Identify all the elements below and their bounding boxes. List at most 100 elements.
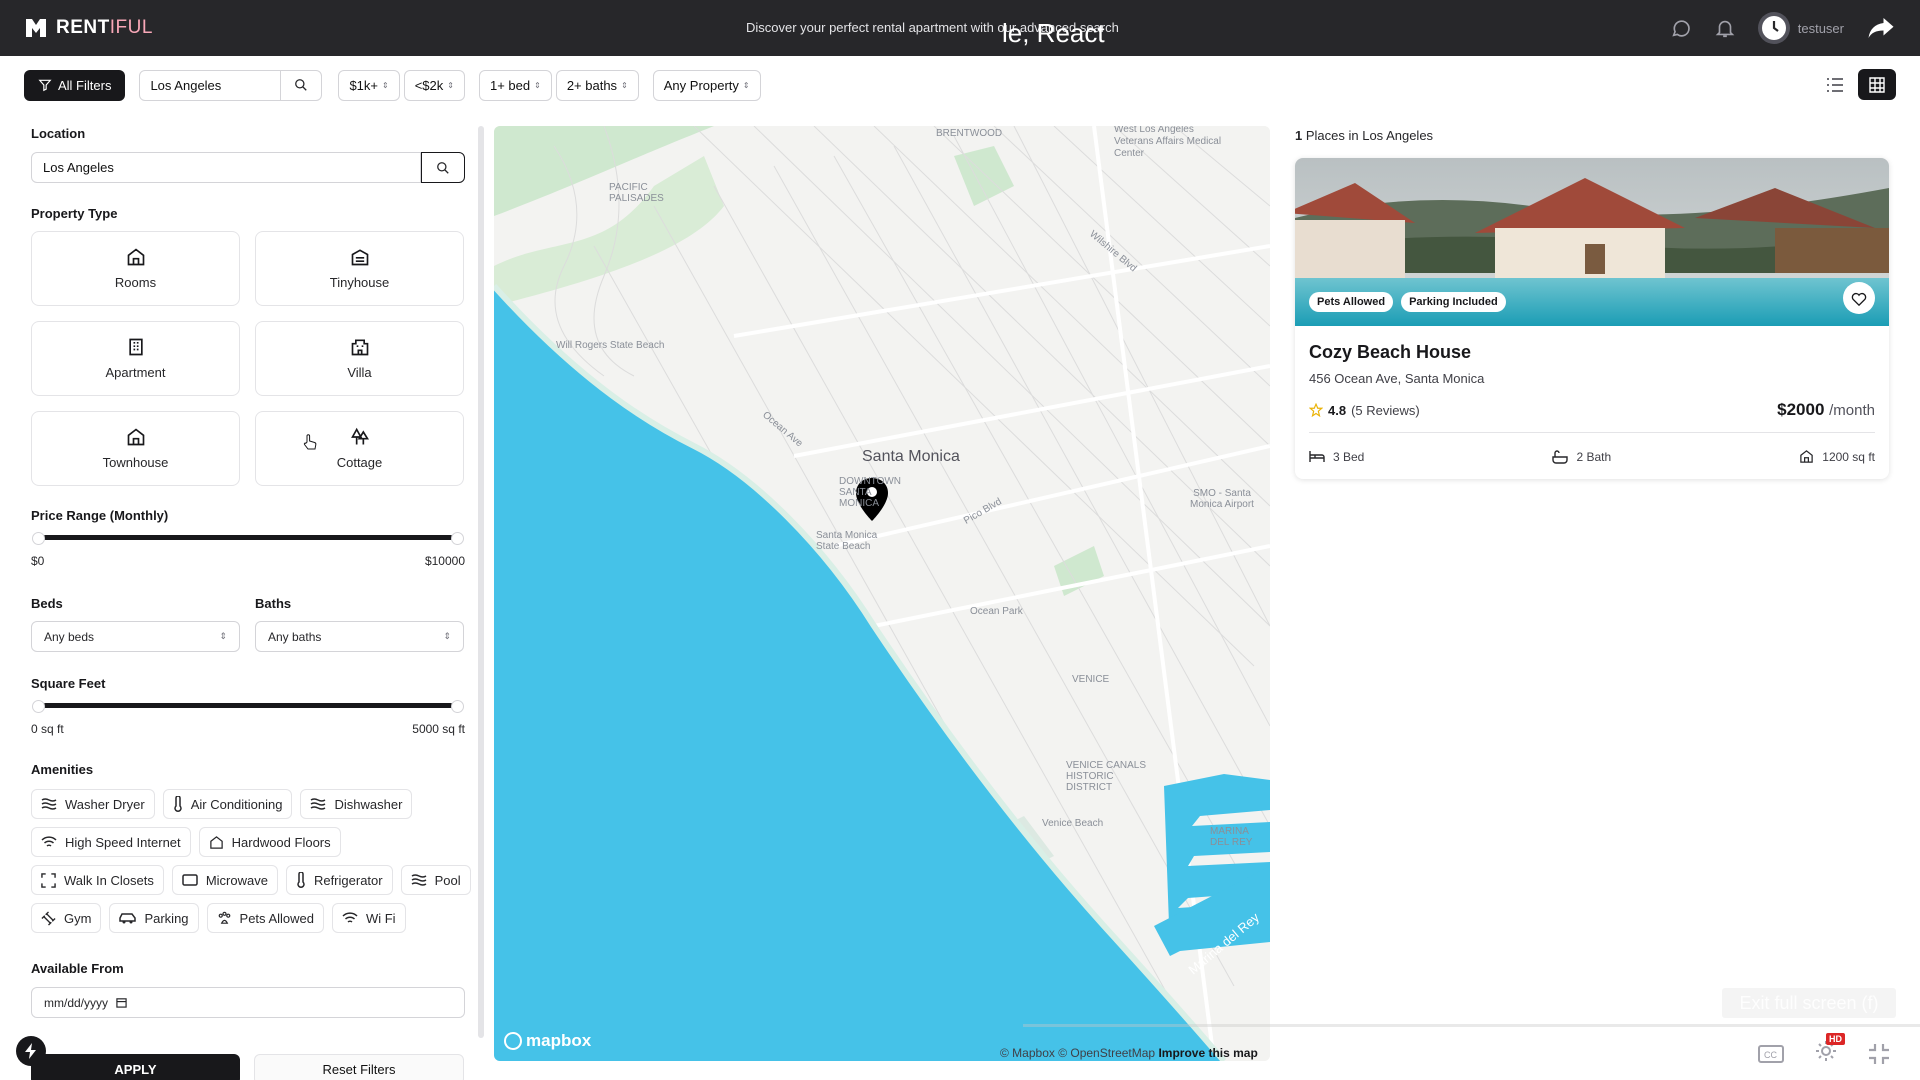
mapbox-logo[interactable]: mapbox <box>504 1031 591 1051</box>
favorite-button[interactable] <box>1843 282 1875 314</box>
ptype-townhouse[interactable]: Townhouse <box>31 411 240 486</box>
grid-view-button[interactable] <box>1858 69 1896 100</box>
amenity-microwave[interactable]: Microwave <box>171 865 278 895</box>
search-bar[interactable]: Los Angeles <box>139 69 323 101</box>
home-icon <box>209 835 223 849</box>
available-date-input[interactable]: mm/dd/yyyy <box>31 987 465 1018</box>
exit-fullscreen-icon[interactable] <box>1868 1043 1890 1065</box>
share-icon[interactable] <box>1866 13 1896 43</box>
beds-title: Beds <box>31 596 63 611</box>
price-max-select[interactable]: <$2k ⇕ <box>403 69 465 101</box>
ptype-tinyhouse[interactable]: Tinyhouse <box>255 231 464 306</box>
available-from-title: Available From <box>31 961 124 976</box>
chevron-updown-icon: ⇕ <box>447 80 454 90</box>
location-input[interactable]: Los Angeles <box>31 152 421 183</box>
reset-filters-button[interactable]: Reset Filters <box>254 1054 464 1080</box>
captions-icon[interactable]: CC <box>1758 1044 1784 1063</box>
bath-icon <box>1552 449 1569 464</box>
amenity-refrigerator[interactable]: Refrigerator <box>285 865 393 895</box>
amenity-hardwood-floors[interactable]: Hardwood Floors <box>198 827 341 857</box>
thermometer-icon <box>173 796 182 812</box>
microwave-icon <box>182 873 198 886</box>
amenity-washer-dryer[interactable]: Washer Dryer <box>31 789 155 819</box>
chevron-updown-icon: ⇕ <box>219 631 227 641</box>
baths-select[interactable]: 2+ baths ⇕ <box>555 69 639 101</box>
building-icon <box>128 338 143 356</box>
amenity-air-conditioning[interactable]: Air Conditioning <box>162 789 293 819</box>
amenity-pool[interactable]: Pool <box>400 865 471 895</box>
listing-title[interactable]: Cozy Beach House <box>1309 342 1875 363</box>
settings-button[interactable]: HD <box>1814 1033 1845 1068</box>
spec-beds-label: 3 Bed <box>1333 449 1365 464</box>
amenity-label: Pool <box>434 872 461 888</box>
listing-price: $2000 /month <box>1777 400 1875 420</box>
amenity-label: Walk In Closets <box>64 872 154 888</box>
bell-icon[interactable] <box>1714 17 1736 39</box>
beds-select[interactable]: 1+ bed ⇕ <box>478 69 552 101</box>
ptype-rooms[interactable]: Rooms <box>31 231 240 306</box>
video-progress-bar[interactable] <box>1023 1024 1920 1027</box>
amenity-walk-in-closets[interactable]: Walk In Closets <box>31 865 164 895</box>
filter-bar: All Filters Los Angeles $1k+ ⇕ <$2k ⇕ 1+ b… <box>0 56 1920 114</box>
ptype-label: Townhouse <box>102 455 169 470</box>
message-icon[interactable] <box>1670 17 1692 39</box>
amenity-dishwasher[interactable]: Dishwasher <box>300 789 413 819</box>
amenity-gym[interactable]: Gym <box>31 903 102 933</box>
ptype-apartment[interactable]: Apartment <box>31 321 240 396</box>
amenity-label: Refrigerator <box>313 872 383 888</box>
location-search-button[interactable] <box>421 152 465 183</box>
calendar-icon[interactable] <box>116 997 127 1008</box>
sqft-slider[interactable] <box>32 700 464 713</box>
ptype-cottage[interactable]: Cottage <box>255 411 464 486</box>
price-min-select[interactable]: $1k+ ⇕ <box>338 69 400 101</box>
beds-dropdown[interactable]: Any beds ⇕ <box>31 621 240 652</box>
listing-photo[interactable]: Pets Allowed Parking Included <box>1295 158 1889 326</box>
map-label: PACIFIC PALISADES <box>609 182 664 204</box>
search-icon <box>295 79 308 91</box>
improve-map-link[interactable]: Improve this map <box>1158 1046 1257 1060</box>
map-label: SMO - Santa Monica Airport <box>1190 488 1254 510</box>
baths-dropdown[interactable]: Any baths ⇕ <box>255 621 464 652</box>
search-button[interactable] <box>281 78 321 92</box>
price-slider[interactable] <box>32 532 464 545</box>
map-canvas[interactable] <box>494 126 1270 1061</box>
map-label: Will Rogers State Beach <box>556 340 665 351</box>
amenity-pets-allowed[interactable]: Pets Allowed <box>206 903 324 933</box>
ptype-label: Tinyhouse <box>329 275 390 290</box>
apply-button[interactable]: APPLY <box>31 1054 240 1080</box>
brand-name-light: IFUL <box>109 17 153 38</box>
amenity-label: Microwave <box>205 872 268 888</box>
search-input[interactable]: Los Angeles <box>140 70 282 100</box>
badge-pets-allowed: Pets Allowed <box>1309 292 1394 312</box>
property-type-title: Property Type <box>31 206 118 221</box>
maximize-icon <box>41 872 56 888</box>
review-count: (5 Reviews) <box>1351 402 1420 418</box>
list-view-button[interactable] <box>1816 69 1854 100</box>
amenity-parking[interactable]: Parking <box>109 903 199 933</box>
user-menu[interactable]: testuser <box>1757 12 1844 44</box>
amenity-wifi[interactable]: Wi Fi <box>331 903 406 933</box>
ptype-label: Cottage <box>336 455 383 470</box>
property-select[interactable]: Any Property ⇕ <box>652 69 761 101</box>
list-icon <box>1827 77 1843 92</box>
logo-icon <box>26 19 46 37</box>
map-view[interactable]: BRENTWOOD West Los Angeles Veterans Affa… <box>494 126 1270 1061</box>
all-filters-button[interactable]: All Filters <box>24 69 126 101</box>
listing-card[interactable]: Pets Allowed Parking Included Cozy Beach… <box>1295 158 1889 479</box>
amenity-high-speed-internet[interactable]: High Speed Internet <box>31 827 191 857</box>
filter-icon <box>38 79 52 92</box>
amenity-label: Gym <box>64 910 92 926</box>
map-attribution[interactable]: © Mapbox © OpenStreetMap Improve this ma… <box>1000 1046 1258 1060</box>
price-min-value: $1k+ <box>349 77 379 93</box>
property-value: Any Property <box>663 77 739 93</box>
price-min-label: $0 <box>31 554 45 568</box>
map-label: BRENTWOOD <box>936 128 1003 139</box>
price-range-title: Price Range (Monthly) <box>31 508 169 523</box>
rating-value: 4.8 <box>1328 402 1347 418</box>
bolt-button[interactable] <box>16 1036 46 1066</box>
lightning-icon <box>25 1043 36 1059</box>
brand-logo[interactable]: RENT IFUL <box>24 17 153 39</box>
ptype-villa[interactable]: Villa <box>255 321 464 396</box>
amenity-label: Wi Fi <box>365 910 396 926</box>
filters-scrollbar[interactable] <box>478 126 484 1038</box>
